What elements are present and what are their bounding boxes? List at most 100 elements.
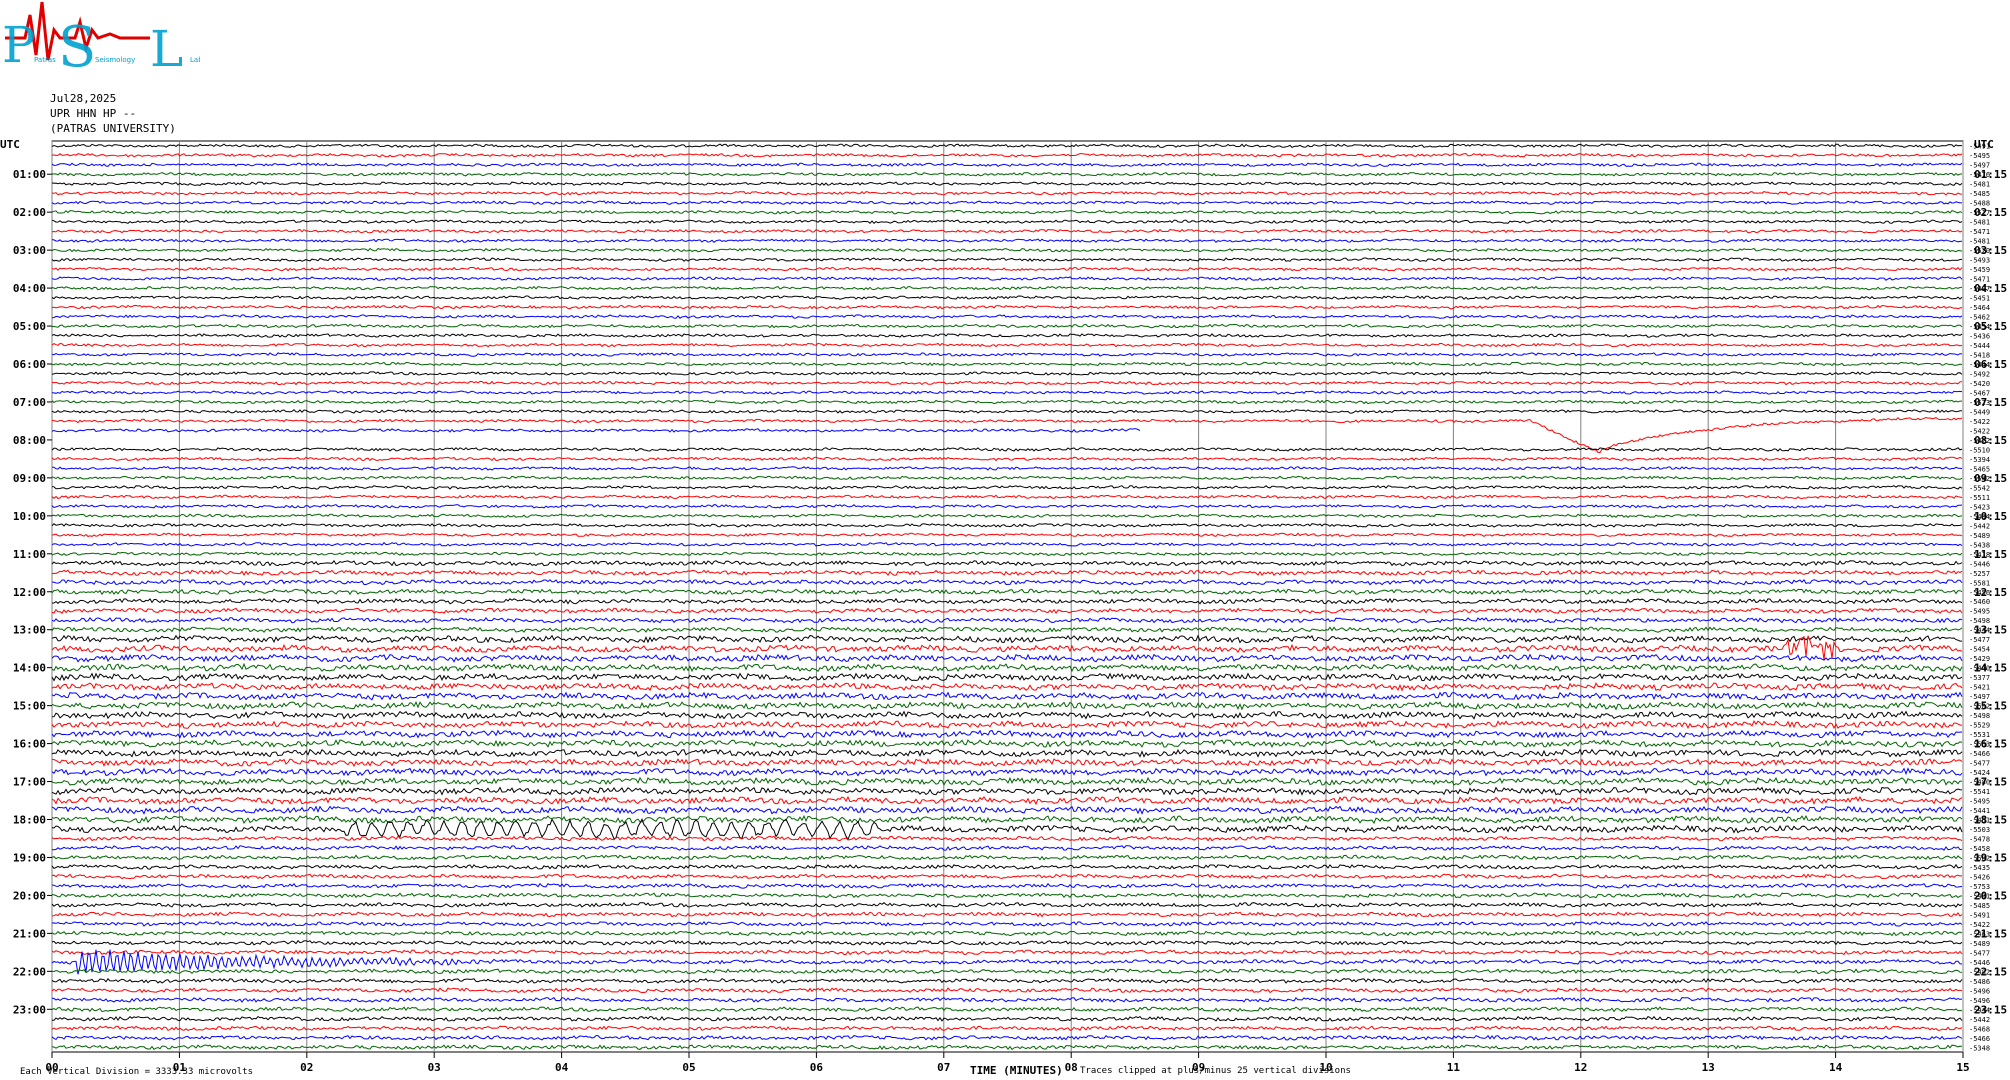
trace-line	[51, 873, 1963, 880]
trace-offset-label: -5459	[1969, 266, 1990, 274]
trace-line	[51, 143, 1963, 149]
trace-line	[51, 456, 1963, 462]
trace-offset-label: -5485	[1969, 902, 1990, 910]
left-hour-label: 06:00	[13, 358, 46, 371]
trace-line	[51, 428, 1141, 433]
right-hour-label: 02:15	[1974, 206, 2007, 219]
trace-line	[52, 996, 1963, 1003]
trace-line	[51, 447, 1963, 452]
left-hour-label: 21:00	[13, 927, 46, 940]
trace-offset-label: -5464	[1969, 304, 1990, 312]
right-hour-label: 17:15	[1974, 776, 2007, 789]
trace-line	[51, 532, 1963, 538]
trace-line	[52, 1015, 1963, 1022]
trace-offset-label: -5477	[1969, 636, 1990, 644]
trace-line	[51, 978, 1963, 984]
trace-offset-label: -5477	[1969, 760, 1990, 768]
trace-offset-label: -5529	[1969, 722, 1990, 730]
trace-offset-label: -5495	[1969, 608, 1990, 616]
left-hour-label: 22:00	[13, 965, 46, 978]
trace-line	[51, 911, 1963, 918]
right-hour-label: 11:15	[1974, 548, 2007, 561]
trace-line	[51, 892, 1963, 899]
left-hour-label: 02:00	[13, 206, 46, 219]
trace-line	[51, 342, 1963, 348]
trace-line	[51, 551, 1963, 557]
trace-offset-label: -5422	[1969, 418, 1990, 426]
trace-line	[51, 560, 1963, 567]
trace-offset-label: -5454	[1969, 646, 1990, 654]
left-hour-label: 23:00	[13, 1003, 46, 1016]
right-hour-label: 06:15	[1974, 358, 2007, 371]
trace-offset-label: -5257	[1969, 570, 1990, 578]
x-tick-label: 06	[810, 1061, 824, 1074]
trace-line	[51, 700, 1963, 711]
right-hour-label: 07:15	[1974, 396, 2007, 409]
right-hour-label: 13:15	[1974, 624, 2007, 637]
trace-offset-label: -5503	[1969, 826, 1990, 834]
trace-line	[51, 569, 1963, 577]
trace-line	[51, 352, 1963, 357]
trace-line	[51, 845, 1963, 851]
trace-line	[51, 314, 1963, 319]
trace-offset-label: -5377	[1969, 674, 1990, 682]
trace-line	[51, 939, 1963, 946]
trace-line	[51, 323, 1963, 329]
trace-offset-label: -5477	[1969, 949, 1990, 957]
trace-line	[51, 238, 1963, 243]
trace-offset-label: -5426	[1969, 873, 1990, 881]
trace-offset-label: -5446	[1969, 560, 1990, 568]
trace-line	[51, 485, 1963, 490]
trace-line	[51, 522, 1963, 528]
trace-line	[51, 739, 1963, 749]
trace-line	[51, 304, 1963, 310]
trace-offset-label: -5495	[1969, 798, 1990, 806]
left-hour-label: 20:00	[13, 889, 46, 902]
trace-line	[51, 361, 1963, 367]
x-tick-label: 14	[1829, 1061, 1843, 1074]
trace-offset-label: -5449	[1969, 408, 1990, 416]
trace-line	[51, 333, 1963, 338]
trace-line	[51, 295, 1963, 300]
trace-line	[51, 729, 1963, 739]
left-hour-label: 16:00	[13, 738, 46, 751]
left-hour-label: 12:00	[13, 586, 46, 599]
trace-line	[51, 513, 1963, 519]
right-hour-label: 05:15	[1974, 320, 2007, 333]
trace-offset-label: -5495	[1969, 152, 1990, 160]
trace-line	[51, 767, 1963, 777]
right-hour-label: 21:15	[1974, 927, 2007, 940]
trace-line	[51, 209, 1963, 215]
x-tick-label: 02	[300, 1061, 313, 1074]
trace-offset-label: -5394	[1969, 456, 1990, 464]
trace-line	[51, 882, 1963, 889]
trace-offset-label: -5466	[1969, 750, 1990, 758]
trace-offset-label: -5442	[1969, 1016, 1990, 1024]
trace-line	[51, 616, 1963, 624]
right-hour-label: 10:15	[1974, 510, 2007, 523]
left-hour-label: 15:00	[13, 700, 46, 713]
left-hour-label: 01:00	[13, 168, 46, 181]
trace-offset-label: -5348	[1969, 1044, 1990, 1052]
trace-line	[51, 162, 1963, 168]
x-tick-label: 11	[1447, 1061, 1461, 1074]
left-hour-label: 08:00	[13, 434, 46, 447]
left-hour-label: 04:00	[13, 282, 46, 295]
left-hour-label: 05:00	[13, 320, 46, 333]
trace-line	[51, 748, 1963, 758]
trace-line	[51, 371, 1963, 376]
trace-line	[51, 200, 1963, 205]
trace-offset-label: -5460	[1969, 598, 1990, 606]
trace-offset-label: -5466	[1969, 1035, 1990, 1043]
trace-line	[51, 1044, 1963, 1051]
trace-line	[52, 597, 1963, 605]
left-hour-label: 07:00	[13, 396, 46, 409]
trace-line	[51, 475, 1963, 481]
right-hour-label: 19:15	[1974, 851, 2007, 864]
left-hour-label: 18:00	[13, 814, 46, 827]
trace-offset-label: -5471	[1969, 228, 1990, 236]
trace-line	[51, 541, 1963, 547]
trace-offset-label: -5444	[1969, 342, 1990, 350]
trace-offset-label: -5491	[1969, 911, 1990, 919]
trace-offset-label: -5481	[1969, 181, 1990, 189]
